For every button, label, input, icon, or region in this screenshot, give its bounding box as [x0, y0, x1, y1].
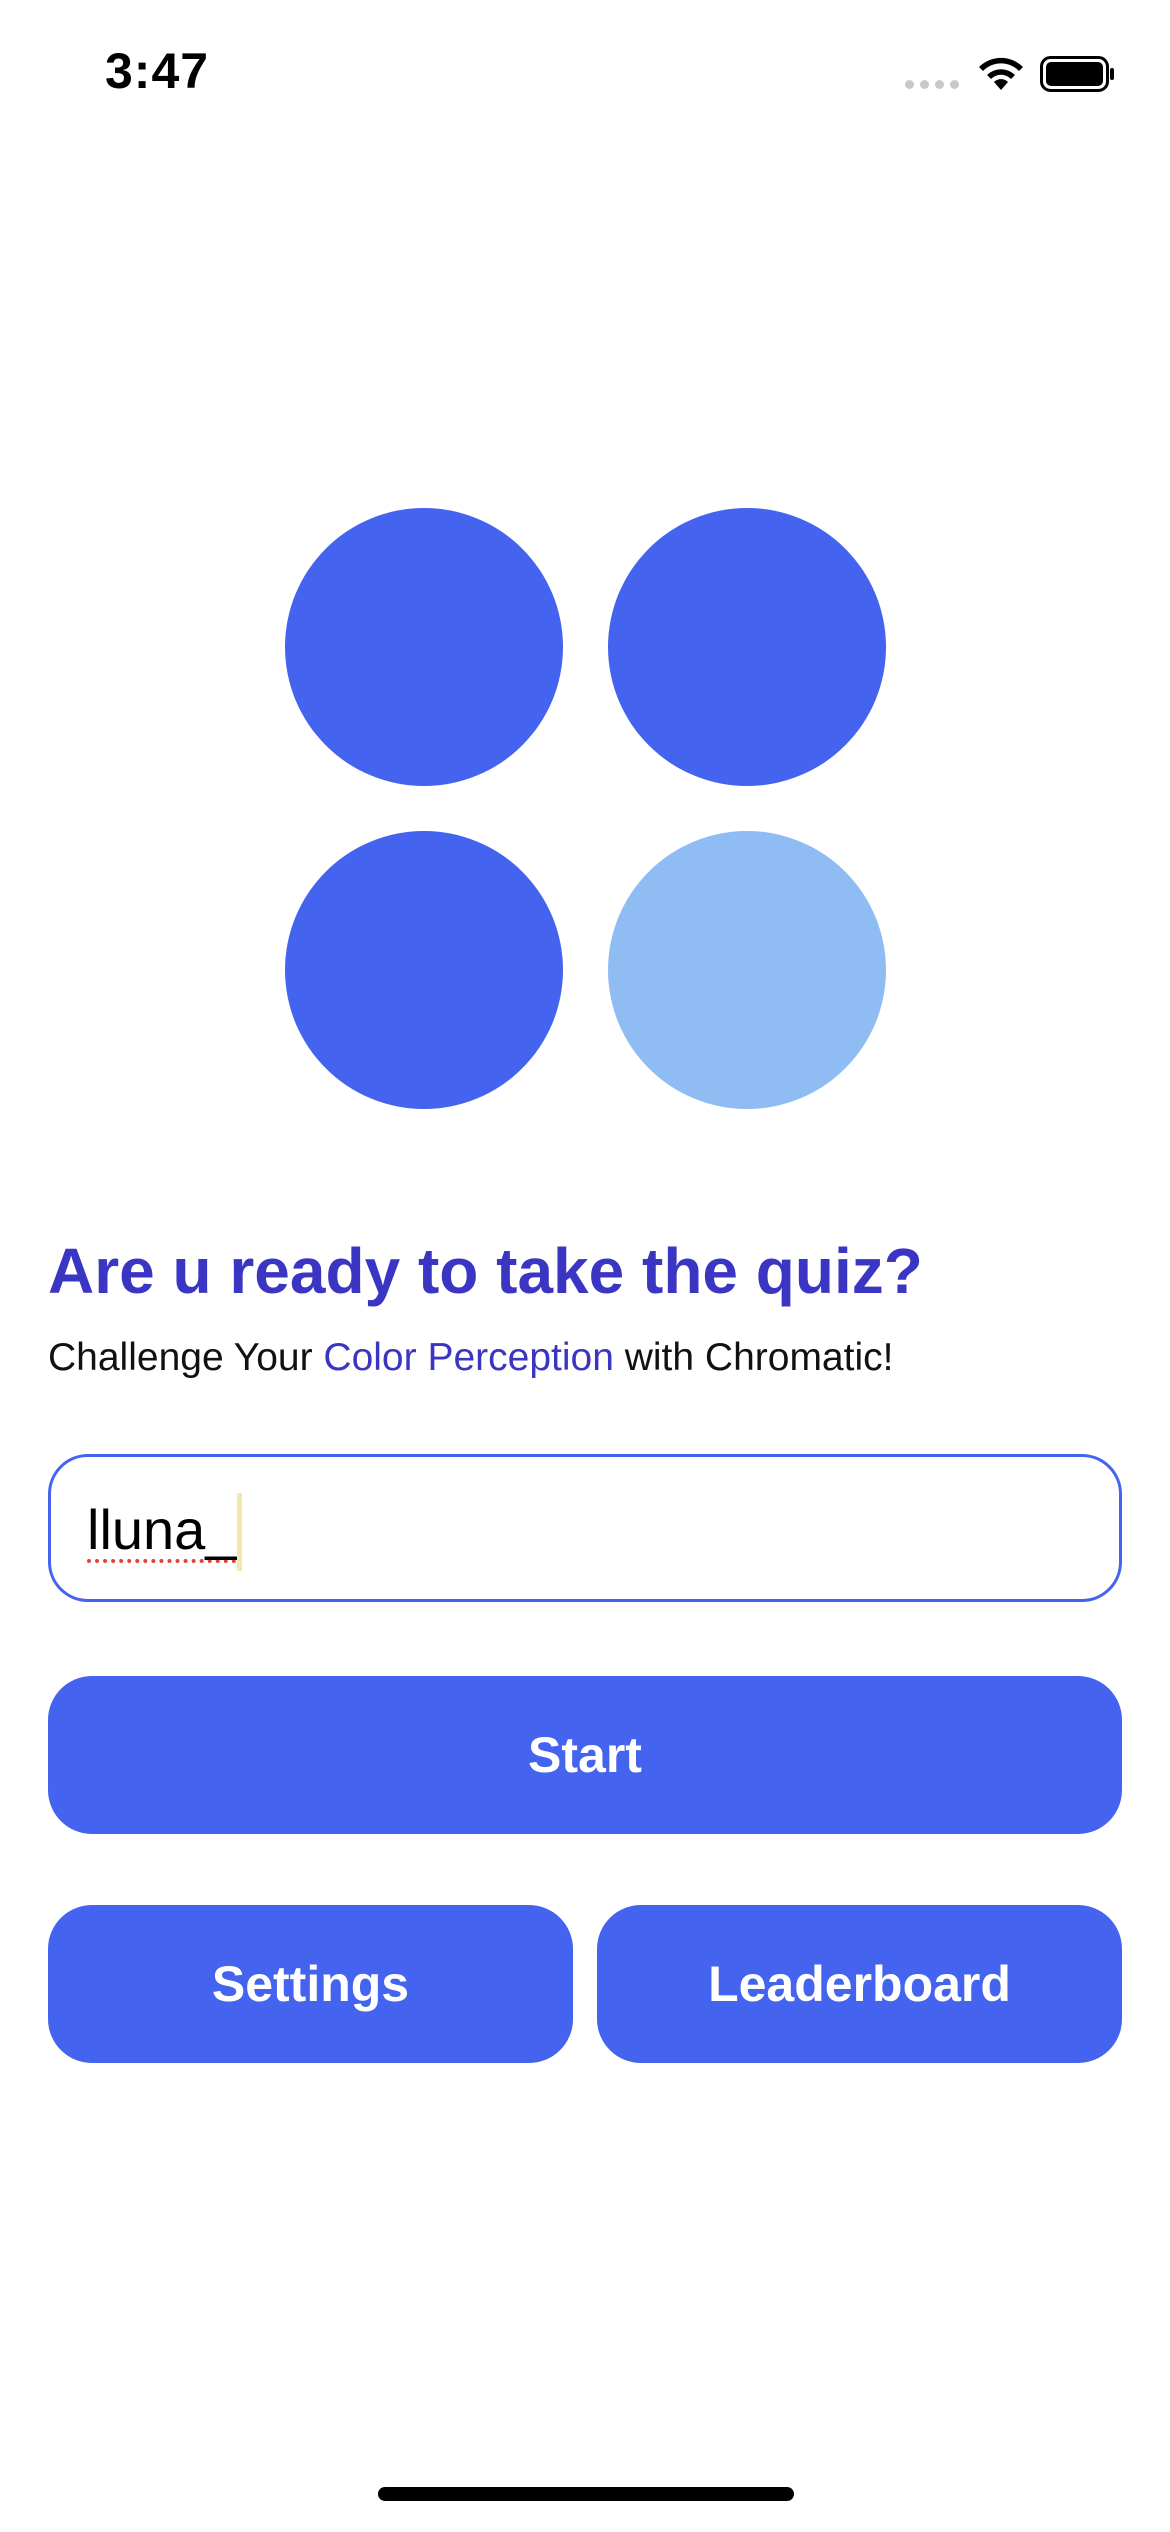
dot-top-left [285, 508, 563, 786]
leaderboard-button[interactable]: Leaderboard [597, 1905, 1122, 2063]
battery-icon [1040, 56, 1114, 92]
dot-bottom-right [608, 831, 886, 1109]
subtitle-prefix: Challenge Your [48, 1336, 324, 1379]
name-input[interactable]: lluna_ [48, 1454, 1122, 1602]
status-time: 3:47 [105, 43, 210, 99]
logo-dots [285, 508, 886, 1109]
text-caret [237, 1493, 242, 1571]
subtitle-suffix: with Chromatic! [613, 1336, 894, 1379]
start-button[interactable]: Start [48, 1676, 1122, 1834]
page-title: Are u ready to take the quiz? [48, 1235, 923, 1307]
subtitle: Challenge Your Color Perception with Chr… [48, 1336, 893, 1380]
wifi-icon [979, 57, 1023, 90]
subtitle-highlight: Color Perception [323, 1336, 614, 1379]
home-indicator[interactable] [378, 2487, 794, 2501]
dot-top-right [608, 508, 886, 786]
settings-button[interactable]: Settings [48, 1905, 573, 2063]
dot-bottom-left [285, 831, 563, 1109]
status-bar: 3:47 [0, 0, 1170, 150]
cellular-signal-icon [905, 80, 959, 89]
name-input-value: lluna_ [87, 1498, 237, 1561]
